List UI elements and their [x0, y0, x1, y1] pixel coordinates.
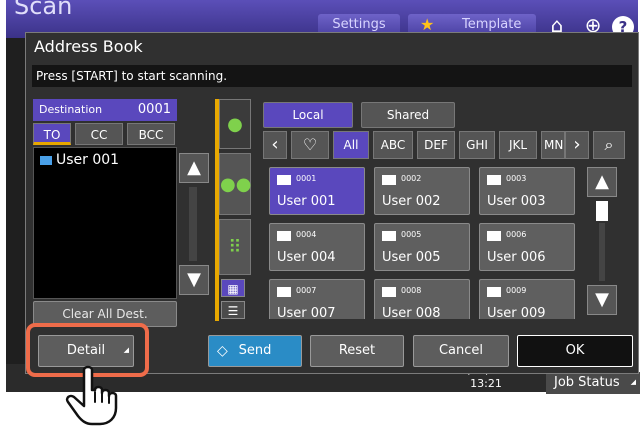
search-button[interactable]: ⌕ — [593, 131, 625, 159]
envelope-icon — [277, 175, 291, 185]
email-icon — [40, 155, 52, 165]
ok-button[interactable]: OK — [517, 335, 633, 367]
filter-next-button[interactable]: › — [565, 131, 589, 159]
reset-button[interactable]: Reset — [310, 335, 404, 367]
destination-scrollbar: ▲ ▼ — [179, 153, 209, 295]
tab-bcc[interactable]: BCC — [127, 123, 175, 145]
contact-name: User 008 — [382, 306, 441, 319]
contact-tile[interactable]: 0004 User 004 — [269, 223, 365, 271]
destination-list: User 001 — [33, 147, 177, 299]
dialog-title: Address Book — [34, 37, 143, 56]
envelope-icon — [487, 287, 501, 297]
destination-entry-label: User 001 — [56, 152, 120, 168]
contact-name: User 001 — [277, 194, 336, 209]
heart-icon: ♡ — [302, 135, 318, 154]
send-icon: ◇ — [217, 343, 228, 359]
filter-prev-button[interactable]: ‹ — [263, 131, 287, 159]
destination-count: 0001 — [137, 102, 171, 117]
contact-name: User 003 — [487, 194, 546, 209]
contact-tile[interactable]: 0008 User 008 — [374, 279, 470, 319]
send-button[interactable]: ◇ Send — [208, 335, 302, 367]
destination-header: Destination 0001 — [33, 99, 177, 121]
filter-ghi[interactable]: GHI — [459, 131, 495, 159]
cancel-button[interactable]: Cancel — [413, 335, 509, 367]
scroll-thumb[interactable] — [596, 201, 608, 221]
envelope-icon — [382, 231, 396, 241]
contact-number: 0005 — [401, 230, 422, 239]
individual-tab[interactable]: ● — [219, 99, 251, 149]
grid-view-button[interactable]: ▦ — [221, 279, 245, 297]
contact-tile[interactable]: 0009 User 009 — [479, 279, 575, 319]
contact-tile[interactable]: 0005 User 005 — [374, 223, 470, 271]
contact-grid: 0001 User 001 0002 User 002 0003 User 00… — [269, 167, 579, 319]
contact-tile[interactable]: 0002 User 002 — [374, 167, 470, 215]
filter-all[interactable]: All — [333, 131, 369, 159]
shared-tab[interactable]: Shared — [361, 102, 455, 128]
list-view-button[interactable]: ☰ — [221, 301, 245, 319]
filter-mno[interactable]: MNO — [541, 131, 565, 159]
job-status-label: Job Status — [554, 375, 620, 390]
filter-def[interactable]: DEF — [417, 131, 455, 159]
envelope-icon — [277, 287, 291, 297]
status-time: 13:21 — [470, 377, 502, 390]
chevron-left-icon: ‹ — [271, 134, 279, 155]
tab-cc[interactable]: CC — [75, 123, 123, 145]
contact-name: User 006 — [487, 250, 546, 265]
contact-number: 0008 — [401, 286, 422, 295]
contact-tile[interactable]: 0007 User 007 — [269, 279, 365, 319]
app-title: Scan — [14, 0, 73, 20]
grid-icon: ▦ — [227, 282, 239, 296]
contact-name: User 004 — [277, 250, 336, 265]
scroll-track[interactable] — [189, 187, 197, 261]
contact-number: 0002 — [401, 174, 422, 183]
person-icon: ● — [227, 114, 243, 135]
send-label: Send — [238, 343, 272, 358]
message-bar: Press [START] to start scanning. — [32, 65, 632, 87]
scroll-down-button[interactable]: ▼ — [179, 265, 209, 295]
filter-jkl[interactable]: JKL — [499, 131, 537, 159]
contact-scrollbar: ▲ ▼ — [587, 167, 617, 319]
contact-number: 0006 — [506, 230, 527, 239]
local-tab[interactable]: Local — [263, 102, 353, 128]
contact-tile[interactable]: 0006 User 006 — [479, 223, 575, 271]
keypad-tab[interactable]: ⠿ — [219, 219, 251, 275]
filter-abc[interactable]: ABC — [373, 131, 413, 159]
contact-name: User 002 — [382, 194, 441, 209]
envelope-icon — [487, 175, 501, 185]
scroll-up-button[interactable]: ▲ — [179, 153, 209, 183]
chevron-right-icon: › — [573, 134, 581, 155]
envelope-icon — [277, 231, 291, 241]
envelope-icon — [487, 231, 501, 241]
scroll-down-button[interactable]: ▼ — [587, 285, 617, 315]
job-status-button[interactable]: Job Status ◢ — [546, 372, 640, 394]
contact-number: 0009 — [506, 286, 527, 295]
scroll-up-button[interactable]: ▲ — [587, 167, 617, 197]
corner-triangle-icon: ◢ — [630, 378, 636, 386]
index-filter-bar: ‹ ♡ All ABC DEF GHI JKL MNO › ⌕ — [263, 131, 625, 159]
contact-tile[interactable]: 0003 User 003 — [479, 167, 575, 215]
destination-entry[interactable]: User 001 — [40, 152, 119, 168]
contact-name: User 005 — [382, 250, 441, 265]
contact-name: User 009 — [487, 306, 546, 319]
group-icon: ●● — [220, 174, 252, 195]
keypad-icon: ⠿ — [228, 237, 242, 258]
list-icon: ☰ — [227, 304, 239, 318]
group-tab[interactable]: ●● — [219, 153, 251, 215]
scroll-track[interactable] — [599, 223, 605, 281]
filter-favorites-button[interactable]: ♡ — [291, 131, 329, 159]
destination-label: Destination — [39, 103, 103, 116]
search-icon: ⌕ — [604, 135, 614, 154]
tab-to[interactable]: TO — [33, 123, 71, 145]
contact-number: 0007 — [296, 286, 317, 295]
contact-number: 0004 — [296, 230, 317, 239]
contact-number: 0003 — [506, 174, 527, 183]
envelope-icon — [382, 287, 396, 297]
contact-name: User 007 — [277, 306, 336, 319]
contact-number: 0001 — [296, 174, 317, 183]
envelope-icon — [382, 175, 396, 185]
contact-tile[interactable]: 0001 User 001 — [269, 167, 365, 215]
hand-pointer-icon — [65, 365, 118, 426]
